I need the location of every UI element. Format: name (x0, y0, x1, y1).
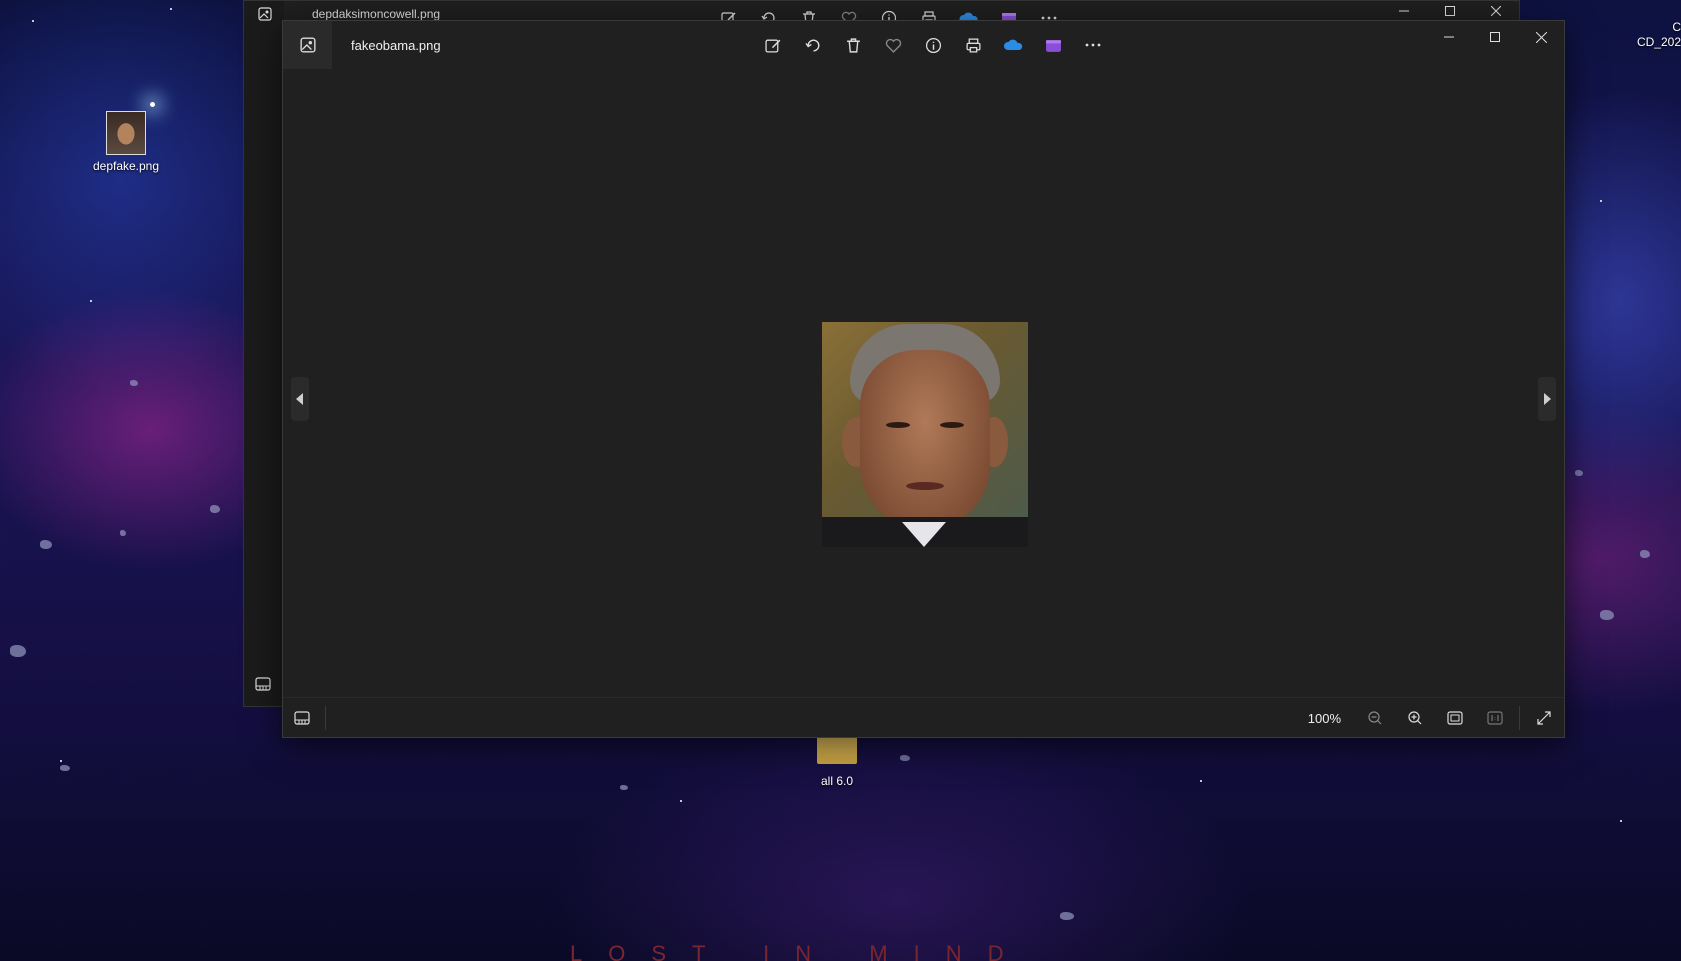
zoom-in-icon[interactable] (1395, 702, 1435, 734)
clipchamp-icon[interactable] (1033, 31, 1073, 59)
photo-eye (940, 422, 964, 428)
window-title: fakeobama.png (351, 38, 441, 53)
divider (1519, 706, 1520, 730)
asteroid (620, 785, 628, 790)
minimize-button[interactable] (1426, 21, 1472, 53)
asteroid (1640, 550, 1650, 558)
favorite-icon[interactable] (873, 31, 913, 59)
asteroid (130, 380, 138, 386)
photos-app-icon[interactable] (283, 21, 332, 69)
photos-app-icon (258, 7, 272, 26)
zoom-level[interactable]: 100% (1308, 711, 1341, 726)
info-icon[interactable] (913, 31, 953, 59)
image-thumbnail (106, 111, 146, 155)
asteroid (60, 765, 70, 771)
desktop-icon-folder[interactable]: all 6.0 (792, 732, 882, 788)
asteroid (10, 645, 26, 657)
close-button[interactable] (1518, 21, 1564, 53)
filmstrip-icon[interactable] (255, 677, 271, 696)
asteroid (40, 540, 52, 549)
rotate-icon[interactable] (793, 31, 833, 59)
window-title: depdaksimoncowell.png (312, 7, 441, 21)
title-bar: fakeobama.png (283, 21, 1564, 69)
desktop-icon-label: all 6.0 (820, 774, 854, 788)
print-icon[interactable] (953, 31, 993, 59)
maximize-button[interactable] (1472, 21, 1518, 53)
edit-image-icon[interactable] (753, 31, 793, 59)
star (32, 20, 34, 22)
fullscreen-icon[interactable] (1524, 702, 1564, 734)
corner-label-line: CD_202 (1636, 35, 1681, 49)
image-viewer[interactable] (283, 69, 1564, 699)
delete-icon[interactable] (833, 31, 873, 59)
previous-image-button[interactable] (291, 377, 309, 421)
actual-size-icon[interactable] (1475, 702, 1515, 734)
caption-buttons (1426, 21, 1564, 53)
star (90, 300, 92, 302)
zoom-out-icon[interactable] (1355, 702, 1395, 734)
asteroid (1060, 912, 1074, 920)
sidebar (244, 1, 284, 706)
photo-mouth (906, 482, 944, 490)
wallpaper-brand-text: LOST IN MIND (570, 941, 1030, 961)
asteroid (120, 530, 126, 536)
star (680, 800, 682, 802)
photo-face (860, 350, 990, 530)
asteroid (210, 505, 220, 513)
divider (325, 706, 326, 730)
star (1200, 780, 1202, 782)
photos-window[interactable]: fakeobama.png 100% (282, 20, 1565, 738)
filmstrip-icon[interactable] (291, 707, 313, 729)
desktop-corner-label[interactable]: C CD_202 (1637, 20, 1681, 50)
more-icon[interactable] (1073, 31, 1113, 59)
bright-star (150, 102, 155, 107)
star (1600, 200, 1602, 202)
desktop-icon-depfake[interactable]: depfake.png (81, 111, 171, 173)
bottom-bar: 100% (283, 697, 1564, 737)
caret-left-icon (296, 393, 303, 405)
zoom-controls: 100% (1308, 698, 1564, 738)
star (60, 760, 62, 762)
fit-to-window-icon[interactable] (1435, 702, 1475, 734)
star (1620, 820, 1622, 822)
asteroid (1600, 610, 1614, 620)
toolbar (753, 31, 1113, 59)
asteroid (1575, 470, 1583, 476)
corner-label-line: C (1672, 20, 1681, 34)
star (170, 8, 172, 10)
next-image-button[interactable] (1538, 377, 1556, 421)
displayed-photo (822, 322, 1028, 547)
onedrive-icon[interactable] (993, 31, 1033, 59)
photo-eye (886, 422, 910, 428)
asteroid (900, 755, 910, 761)
desktop-icon-label: depfake.png (92, 159, 160, 173)
caret-right-icon (1544, 393, 1551, 405)
